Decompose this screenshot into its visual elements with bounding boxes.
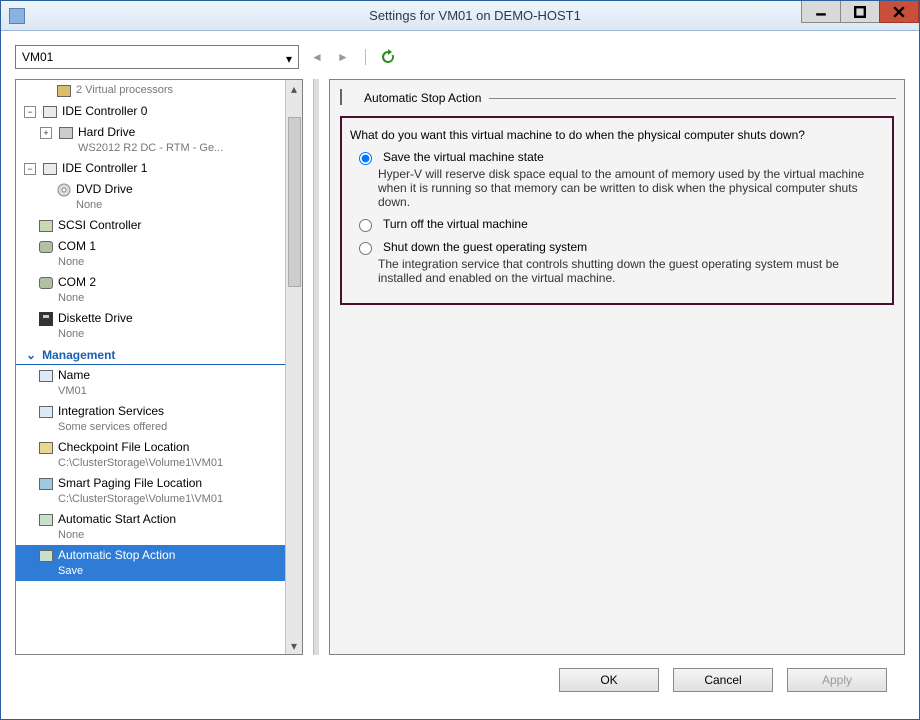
section-collapse-icon: ⌄ <box>26 348 36 362</box>
ok-button[interactable]: OK <box>559 668 659 692</box>
tree-item-scsi[interactable]: SCSI Controller <box>16 215 285 236</box>
scrollbar[interactable]: ▴ ▾ <box>285 80 302 654</box>
port-icon <box>38 239 54 255</box>
divider <box>365 49 366 65</box>
tree-item-com1[interactable]: COM 1None <box>16 236 285 272</box>
tree-item-checkpoint-location[interactable]: Checkpoint File LocationC:\ClusterStorag… <box>16 437 285 473</box>
option-save-state-desc: Hyper-V will reserve disk space equal to… <box>378 167 884 209</box>
collapse-icon[interactable]: − <box>24 106 36 118</box>
controller-icon <box>42 104 58 120</box>
maximize-button[interactable] <box>840 1 880 23</box>
option-save-state[interactable]: Save the virtual machine state <box>354 150 884 165</box>
section-management[interactable]: ⌄ Management <box>16 344 285 365</box>
nav-forward-button[interactable]: ► <box>335 49 351 65</box>
scsi-icon <box>38 218 54 234</box>
scroll-up-icon[interactable]: ▴ <box>286 80 302 97</box>
stop-action-icon <box>38 548 54 564</box>
chevron-down-icon: ▾ <box>286 52 292 66</box>
vm-selector[interactable]: VM01 ▾ <box>15 45 299 69</box>
panel-heading: Automatic Stop Action <box>364 91 481 105</box>
scroll-down-icon[interactable]: ▾ <box>286 637 302 654</box>
folder-icon <box>38 440 54 456</box>
heading-rule <box>489 98 896 99</box>
tree-item-smart-paging[interactable]: Smart Paging File LocationC:\ClusterStor… <box>16 473 285 509</box>
radio-shut-down[interactable] <box>359 242 372 255</box>
collapse-icon[interactable]: − <box>24 163 36 175</box>
settings-panel: Automatic Stop Action What do you want t… <box>329 79 905 655</box>
start-action-icon <box>38 512 54 528</box>
tree-item-ide0[interactable]: − IDE Controller 0 <box>16 101 285 122</box>
tree-item-ide1[interactable]: − IDE Controller 1 <box>16 158 285 179</box>
floppy-icon <box>38 311 54 327</box>
stop-action-icon <box>340 90 356 106</box>
tree-item-dvd[interactable]: DVD DriveNone <box>16 179 285 215</box>
tree-item-harddrive[interactable]: + Hard DriveWS2012 R2 DC - RTM - Ge... <box>16 122 285 158</box>
panel-question: What do you want this virtual machine to… <box>350 128 884 142</box>
option-shut-down[interactable]: Shut down the guest operating system <box>354 240 884 255</box>
tree-item-integration[interactable]: Integration ServicesSome services offere… <box>16 401 285 437</box>
titlebar[interactable]: Settings for VM01 on DEMO-HOST1 <box>1 1 919 31</box>
settings-tree: 2 Virtual processors − IDE Controller 0 … <box>15 79 303 655</box>
dvd-icon <box>56 182 72 198</box>
radio-save-state[interactable] <box>359 152 372 165</box>
close-button[interactable] <box>879 1 919 23</box>
disk-icon <box>58 125 74 141</box>
window-title: Settings for VM01 on DEMO-HOST1 <box>31 8 919 23</box>
tree-item-auto-start[interactable]: Automatic Start ActionNone <box>16 509 285 545</box>
option-turn-off[interactable]: Turn off the virtual machine <box>354 217 884 232</box>
cpu-icon <box>56 83 72 99</box>
cancel-button[interactable]: Cancel <box>673 668 773 692</box>
tree-item-name[interactable]: NameVM01 <box>16 365 285 401</box>
vm-selector-value: VM01 <box>22 50 53 64</box>
tree-item-auto-stop[interactable]: Automatic Stop ActionSave <box>16 545 285 581</box>
nav-back-button[interactable]: ◄ <box>309 49 325 65</box>
expand-icon[interactable]: + <box>40 127 52 139</box>
minimize-button[interactable] <box>801 1 841 23</box>
option-shut-down-desc: The integration service that controls sh… <box>378 257 884 285</box>
tree-item-processors[interactable]: 2 Virtual processors <box>16 80 285 101</box>
paging-icon <box>38 476 54 492</box>
port-icon <box>38 275 54 291</box>
splitter[interactable] <box>313 79 319 655</box>
tree-item-com2[interactable]: COM 2None <box>16 272 285 308</box>
radio-turn-off[interactable] <box>359 219 372 232</box>
tree-item-diskette[interactable]: Diskette DriveNone <box>16 308 285 344</box>
settings-window: Settings for VM01 on DEMO-HOST1 VM01 ▾ ◄… <box>0 0 920 720</box>
integration-icon <box>38 404 54 420</box>
refresh-button[interactable] <box>380 49 396 65</box>
scroll-thumb[interactable] <box>288 117 301 287</box>
controller-icon <box>42 161 58 177</box>
apply-button: Apply <box>787 668 887 692</box>
name-icon <box>38 368 54 384</box>
app-icon <box>9 8 25 24</box>
options-group: What do you want this virtual machine to… <box>340 116 894 305</box>
